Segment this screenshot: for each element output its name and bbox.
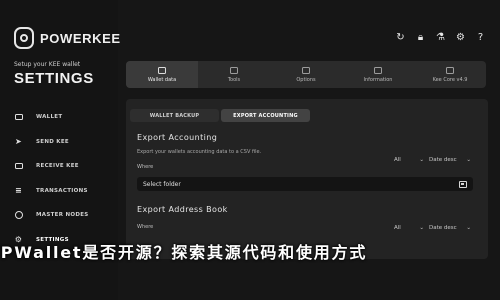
chevron-down-icon: ⌄ bbox=[466, 225, 471, 231]
sidebar-nav: WALLET ➤ SEND KEE RECEIVE KEE ≡ TRANSACT… bbox=[14, 105, 114, 252]
accounting-sort-select[interactable]: Date desc ⌄ bbox=[429, 157, 471, 163]
sidebar-item-label: MASTER NODES bbox=[36, 212, 89, 219]
address-book-sort-select[interactable]: Date desc ⌄ bbox=[429, 225, 471, 231]
tab-tools[interactable]: Tools bbox=[198, 61, 270, 88]
masternodes-icon bbox=[14, 211, 23, 220]
accounting-filter-select[interactable]: All ⌄ bbox=[394, 157, 424, 163]
tab-label: Options bbox=[296, 76, 316, 83]
tab-options[interactable]: Options bbox=[270, 61, 342, 88]
powerkee-logo-icon bbox=[14, 27, 34, 49]
tab-label: Wallet data bbox=[147, 76, 177, 83]
where-label: Where bbox=[137, 224, 154, 230]
information-icon bbox=[374, 66, 382, 74]
tab-kee-core[interactable]: Kee Core v4.9 bbox=[414, 61, 486, 88]
tab-label: Tools bbox=[227, 76, 241, 83]
sidebar-item-label: TRANSACTIONS bbox=[36, 187, 88, 194]
sidebar-item-label: SEND KEE bbox=[36, 138, 69, 145]
lock-icon[interactable]: 🔒︎ bbox=[415, 32, 426, 43]
export-address-book-title: Export Address Book bbox=[137, 205, 228, 214]
sidebar-item-receive-kee[interactable]: RECEIVE KEE bbox=[14, 154, 114, 179]
transactions-icon: ≡ bbox=[14, 186, 22, 196]
options-icon bbox=[302, 66, 310, 74]
wallet-icon bbox=[14, 113, 23, 122]
gear-icon[interactable]: ⚙ bbox=[455, 32, 466, 43]
receive-icon bbox=[14, 162, 23, 171]
tab-wallet-data[interactable]: Wallet data bbox=[126, 61, 198, 88]
select-folder-input[interactable]: Select folder bbox=[137, 177, 473, 191]
refresh-icon[interactable]: ↻ bbox=[395, 32, 406, 43]
sidebar-item-label: WALLET bbox=[36, 114, 63, 121]
tab-label: Kee Core v4.9 bbox=[432, 76, 468, 83]
sidebar-item-send-kee[interactable]: ➤ SEND KEE bbox=[14, 130, 114, 155]
select-value: All bbox=[394, 157, 401, 163]
wallet-data-segments: WALLET BACKUP EXPORT ACCOUNTING bbox=[130, 109, 310, 122]
question-icon[interactable]: ? bbox=[475, 32, 486, 43]
top-toolbar: ↻ 🔒︎ ⚗ ⚙ ? bbox=[395, 32, 486, 43]
chevron-down-icon: ⌄ bbox=[419, 225, 424, 231]
tab-information[interactable]: Information bbox=[342, 61, 414, 88]
segment-wallet-backup[interactable]: WALLET BACKUP bbox=[130, 109, 219, 122]
export-accounting-title: Export Accounting bbox=[137, 133, 218, 142]
kee-core-icon bbox=[446, 66, 454, 74]
select-value: All bbox=[394, 225, 401, 231]
sidebar-item-master-nodes[interactable]: MASTER NODES bbox=[14, 203, 114, 228]
app-logo: POWERKEE bbox=[14, 27, 121, 49]
tab-label: Information bbox=[363, 76, 393, 83]
send-icon: ➤ bbox=[14, 137, 22, 147]
sidebar-item-transactions[interactable]: ≡ TRANSACTIONS bbox=[14, 179, 114, 204]
page-title: SETTINGS bbox=[14, 70, 94, 87]
tools-icon bbox=[230, 66, 238, 74]
page-subtitle: Setup your KEE wallet bbox=[14, 61, 81, 68]
segment-export-accounting[interactable]: EXPORT ACCOUNTING bbox=[221, 109, 310, 122]
address-book-filter-select[interactable]: All ⌄ bbox=[394, 225, 424, 231]
overlay-headline: TPWallet是否开源？探索其源代码和使用方式 bbox=[0, 243, 368, 262]
select-value: Date desc bbox=[429, 225, 457, 231]
folder-icon[interactable] bbox=[459, 180, 467, 188]
sidebar-item-label: RECEIVE KEE bbox=[36, 163, 79, 170]
where-label: Where bbox=[137, 164, 154, 170]
logo-text: POWERKEE bbox=[40, 30, 121, 46]
wallet-data-icon bbox=[158, 66, 166, 74]
select-value: Date desc bbox=[429, 157, 457, 163]
flask-icon[interactable]: ⚗ bbox=[435, 32, 446, 43]
chevron-down-icon: ⌄ bbox=[419, 157, 424, 163]
sidebar-item-wallet[interactable]: WALLET bbox=[14, 105, 114, 130]
select-folder-placeholder: Select folder bbox=[143, 180, 181, 188]
settings-tabs: Wallet data Tools Options Information Ke… bbox=[126, 61, 486, 88]
chevron-down-icon: ⌄ bbox=[466, 157, 471, 163]
export-accounting-description: Export your wallets accounting data to a… bbox=[137, 149, 262, 155]
